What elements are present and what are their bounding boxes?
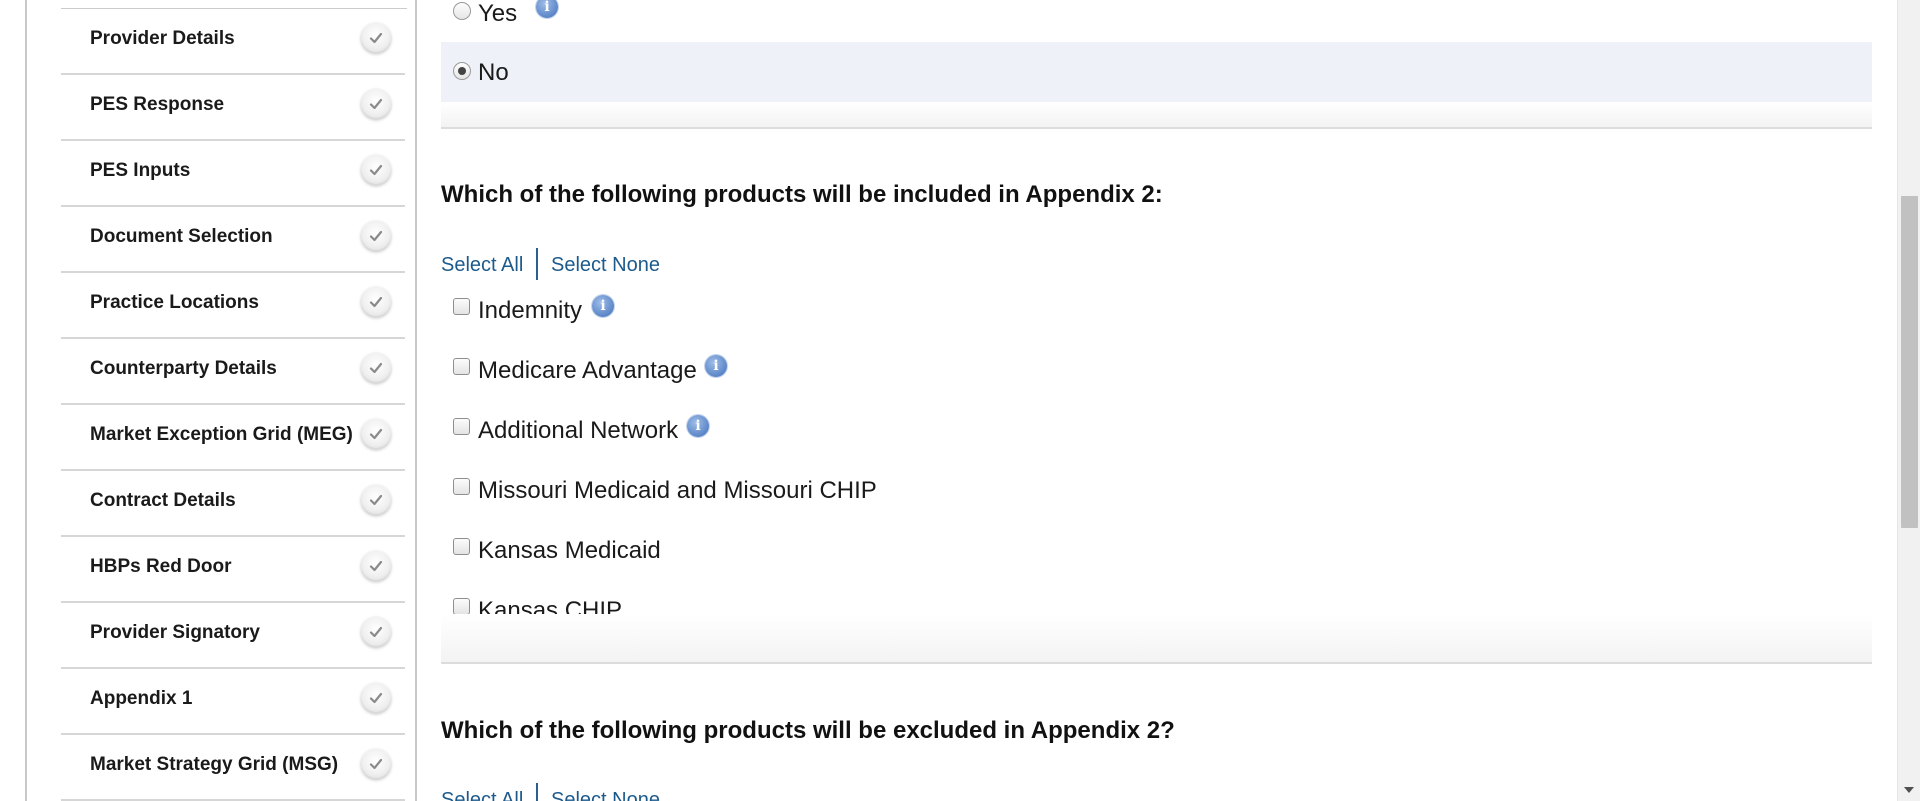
check-icon bbox=[361, 617, 391, 647]
checkbox-label: Indemnity bbox=[478, 297, 583, 324]
checkbox-option-medicare-advantage[interactable]: Medicare Advantage i bbox=[441, 355, 1441, 397]
checkbox-option-additional-network[interactable]: Additional Network i bbox=[441, 415, 1441, 457]
info-icon[interactable]: i bbox=[536, 0, 558, 18]
sidebar-item-label: Practice Locations bbox=[90, 292, 259, 313]
sidebar-item-provider-details[interactable]: Provider Details bbox=[61, 9, 405, 75]
sidebar-item-document-selection[interactable]: Document Selection bbox=[61, 207, 405, 273]
sidebar-item-label: Provider Details bbox=[90, 28, 235, 49]
checkbox-additional-network[interactable] bbox=[453, 418, 470, 435]
select-all-link[interactable]: Select All bbox=[441, 789, 523, 801]
checkbox-option-kansas-medicaid[interactable]: Kansas Medicaid bbox=[441, 537, 1441, 577]
sidebar-item-counterparty-details[interactable]: Counterparty Details bbox=[61, 339, 405, 405]
sidebar-item-label: Market Strategy Grid (MSG) bbox=[90, 754, 339, 775]
scroll-down-arrow-icon[interactable] bbox=[1904, 787, 1914, 793]
select-none-link[interactable]: Select None bbox=[551, 789, 660, 801]
section-divider bbox=[441, 102, 1872, 129]
sidebar-item-market-strategy-grid[interactable]: Market Strategy Grid (MSG) bbox=[61, 735, 405, 801]
sidebar-nav: Provider Details PES Response PES Inputs… bbox=[25, 0, 417, 801]
sidebar-item-provider-signatory[interactable]: Provider Signatory bbox=[61, 603, 405, 669]
vertical-scrollbar[interactable] bbox=[1897, 0, 1920, 801]
excluded-question: Which of the following products will be … bbox=[441, 717, 1175, 744]
sidebar-item-label: Appendix 1 bbox=[90, 688, 193, 709]
scrollbar-thumb[interactable] bbox=[1901, 196, 1918, 528]
sidebar-item-label: Document Selection bbox=[90, 226, 273, 247]
sidebar-item-hbps-red-door[interactable]: HBPs Red Door bbox=[61, 537, 405, 603]
check-icon bbox=[361, 551, 391, 581]
check-icon bbox=[361, 89, 391, 119]
page: Provider Details PES Response PES Inputs… bbox=[0, 0, 1920, 801]
check-icon bbox=[361, 485, 391, 515]
select-all-link[interactable]: Select All bbox=[441, 254, 523, 277]
checkbox-kansas-chip[interactable] bbox=[453, 598, 470, 615]
checkbox-option-indemnity[interactable]: Indemnity i bbox=[441, 295, 1441, 337]
info-icon[interactable]: i bbox=[705, 355, 727, 377]
sidebar-item-label: Provider Signatory bbox=[90, 622, 260, 643]
sidebar-item-label: Counterparty Details bbox=[90, 358, 277, 379]
sidebar-item-label: Market Exception Grid (MEG) bbox=[90, 424, 353, 445]
link-separator bbox=[536, 783, 538, 801]
checkbox-label: Additional Network bbox=[478, 417, 679, 444]
info-icon[interactable]: i bbox=[592, 295, 614, 317]
checkbox-label: Missouri Medicaid and Missouri CHIP bbox=[478, 477, 877, 504]
check-icon bbox=[361, 419, 391, 449]
sidebar-item-label: PES Inputs bbox=[90, 160, 191, 181]
check-icon bbox=[361, 23, 391, 53]
sidebar-item-practice-locations[interactable]: Practice Locations bbox=[61, 273, 405, 339]
check-icon bbox=[361, 287, 391, 317]
main-content: Yes i No Which of the following products… bbox=[417, 0, 1897, 801]
radio-no-label: No bbox=[478, 59, 509, 86]
select-none-link[interactable]: Select None bbox=[551, 254, 660, 277]
sidebar-item-label: HBPs Red Door bbox=[90, 556, 232, 577]
section-divider bbox=[441, 614, 1872, 664]
info-icon[interactable]: i bbox=[687, 415, 709, 437]
check-icon bbox=[361, 683, 391, 713]
checkbox-option-missouri-medicaid-chip[interactable]: Missouri Medicaid and Missouri CHIP bbox=[441, 477, 1441, 517]
sidebar-item-pes-inputs[interactable]: PES Inputs bbox=[61, 141, 405, 207]
check-icon bbox=[361, 221, 391, 251]
link-separator bbox=[536, 248, 538, 280]
radio-option-no[interactable]: No bbox=[441, 42, 1872, 102]
sidebar-item-appendix-1[interactable]: Appendix 1 bbox=[61, 669, 405, 735]
check-icon bbox=[361, 749, 391, 779]
included-question: Which of the following products will be … bbox=[441, 181, 1163, 208]
radio-yes[interactable] bbox=[453, 2, 471, 20]
sidebar-item-pes-response[interactable]: PES Response bbox=[61, 75, 405, 141]
checkbox-missouri-medicaid-chip[interactable] bbox=[453, 478, 470, 495]
check-icon bbox=[361, 155, 391, 185]
sidebar-item-market-exception-grid[interactable]: Market Exception Grid (MEG) bbox=[61, 405, 405, 471]
sidebar-item-contract-details[interactable]: Contract Details bbox=[61, 471, 405, 537]
check-icon bbox=[361, 353, 391, 383]
radio-no[interactable] bbox=[453, 62, 471, 80]
checkbox-medicare-advantage[interactable] bbox=[453, 358, 470, 375]
sidebar-nav-list: Provider Details PES Response PES Inputs… bbox=[27, 9, 415, 801]
sidebar-item-label: PES Response bbox=[90, 94, 225, 115]
radio-yes-label: Yes bbox=[478, 0, 518, 27]
radio-option-yes[interactable]: Yes i bbox=[441, 0, 1872, 42]
checkbox-label: Medicare Advantage bbox=[478, 357, 697, 384]
sidebar-item-label: Contract Details bbox=[90, 490, 236, 511]
checkbox-kansas-medicaid[interactable] bbox=[453, 538, 470, 555]
checkbox-indemnity[interactable] bbox=[453, 298, 470, 315]
checkbox-label: Kansas Medicaid bbox=[478, 537, 661, 564]
